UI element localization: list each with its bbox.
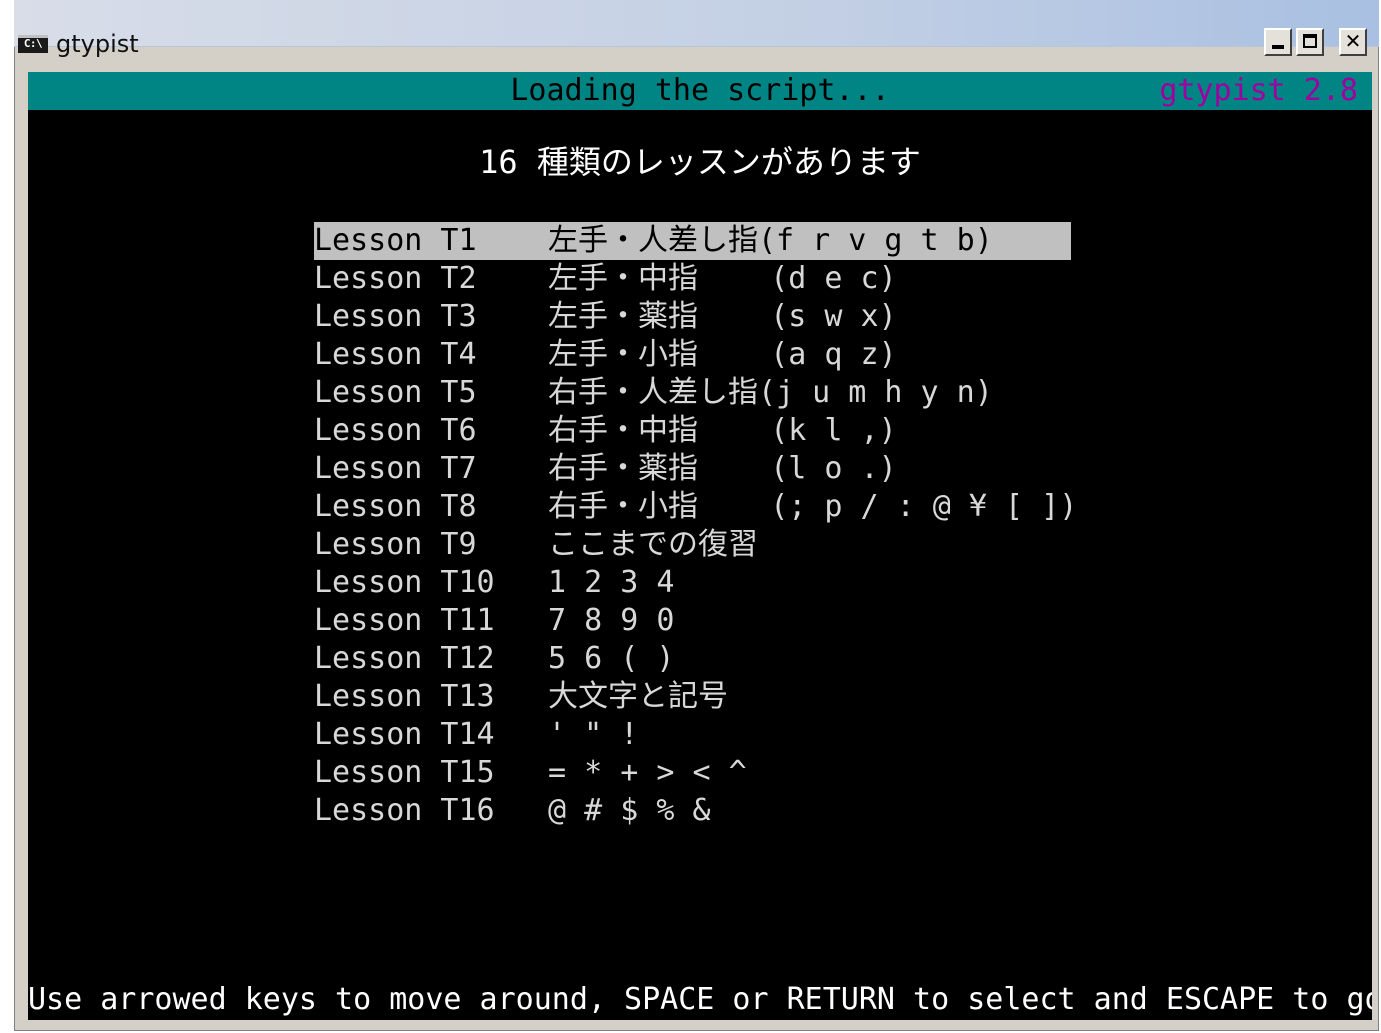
lesson-name: Lesson T11 <box>314 603 495 638</box>
lesson-name: Lesson T8 <box>314 489 477 524</box>
terminal-screen[interactable]: Loading the script... gtypist 2.8 16 種類の… <box>28 72 1372 1020</box>
lesson-menu-item[interactable]: Lesson T7 右手・薬指 (l o .) <box>314 450 1071 488</box>
lesson-name: Lesson T12 <box>314 641 495 676</box>
maximize-button[interactable] <box>1296 28 1324 56</box>
lesson-name: Lesson T13 <box>314 679 495 714</box>
lesson-description: @ # $ % & <box>548 793 711 828</box>
lesson-description: 左手・中指 (d e c) <box>548 261 897 296</box>
close-button[interactable]: ✕ <box>1339 28 1367 56</box>
minimize-icon <box>1272 45 1284 49</box>
lesson-name: Lesson T3 <box>314 299 477 334</box>
menu-heading: 16 種類のレッスンがあります <box>479 143 921 181</box>
status-bar: Loading the script... gtypist 2.8 <box>28 72 1372 110</box>
lesson-description: 右手・中指 (k l ,) <box>548 413 897 448</box>
lesson-menu: Lesson T1 左手・人差し指(f r v g t b) Lesson T2 左手… <box>314 222 1077 830</box>
lesson-menu-item[interactable]: Lesson T9 ここまでの復習 <box>314 526 1071 564</box>
console-app-icon[interactable]: C:\ <box>18 35 48 53</box>
lesson-description: 1 2 3 4 <box>548 565 675 600</box>
lesson-menu-item[interactable]: Lesson T8 右手・小指 (; p / : @ ¥ [ ]) <box>314 488 1077 526</box>
lesson-name: Lesson T14 <box>314 717 495 752</box>
lesson-menu-item[interactable]: Lesson T6 右手・中指 (k l ,) <box>314 412 1071 450</box>
lesson-description: ここまでの復習 <box>548 527 758 562</box>
lesson-menu-item[interactable]: Lesson T2 左手・中指 (d e c) <box>314 260 1071 298</box>
help-bar: Use arrowed keys to move around, SPACE o… <box>28 982 1372 1017</box>
lesson-description: ' " ! <box>548 717 639 752</box>
lesson-description: 7 8 9 0 <box>548 603 675 638</box>
lesson-menu-item[interactable]: Lesson T4 左手・小指 (a q z) <box>314 336 1071 374</box>
lesson-name: Lesson T16 <box>314 793 495 828</box>
lesson-description: 右手・人差し指(j u m h y n) <box>548 375 993 410</box>
lesson-description: 左手・小指 (a q z) <box>548 337 897 372</box>
minimize-button[interactable] <box>1264 28 1292 56</box>
lesson-name: Lesson T5 <box>314 375 477 410</box>
lesson-description: 右手・小指 (; p / : @ ¥ [ ]) <box>548 489 1078 524</box>
lesson-name: Lesson T4 <box>314 337 477 372</box>
lesson-name: Lesson T10 <box>314 565 495 600</box>
lesson-menu-item[interactable]: Lesson T12 5 6 ( ) <box>314 640 1071 678</box>
lesson-menu-item[interactable]: Lesson T14 ' " ! <box>314 716 1071 754</box>
lesson-menu-item[interactable]: Lesson T5 右手・人差し指(j u m h y n) <box>314 374 1071 412</box>
version-label: gtypist 2.8 <box>1159 73 1358 108</box>
window-title: gtypist <box>56 30 139 58</box>
maximize-icon <box>1303 34 1317 48</box>
lesson-name: Lesson T6 <box>314 413 477 448</box>
lesson-name: Lesson T7 <box>314 451 477 486</box>
lesson-description: 右手・薬指 (l o .) <box>548 451 897 486</box>
lesson-menu-item[interactable]: Lesson T3 左手・薬指 (s w x) <box>314 298 1071 336</box>
app-icon-stripe <box>18 35 48 38</box>
lesson-description: 左手・人差し指(f r v g t b) <box>548 223 993 258</box>
lesson-description: 5 6 ( ) <box>548 641 675 676</box>
lesson-description: = * + > < ^ <box>548 755 747 790</box>
app-icon-label: C:\ <box>23 37 43 50</box>
lesson-menu-item[interactable]: Lesson T15 = * + > < ^ <box>314 754 1071 792</box>
lesson-name: Lesson T1 <box>314 223 477 258</box>
lesson-description: 大文字と記号 <box>548 679 728 714</box>
lesson-name: Lesson T2 <box>314 261 477 296</box>
lesson-menu-item[interactable]: Lesson T1 左手・人差し指(f r v g t b) <box>314 222 1071 260</box>
lesson-name: Lesson T9 <box>314 527 477 562</box>
lesson-description: 左手・薬指 (s w x) <box>548 299 897 334</box>
title-bar[interactable] <box>14 0 1379 47</box>
close-icon: ✕ <box>1344 29 1362 53</box>
lesson-menu-item[interactable]: Lesson T16 @ # $ % & <box>314 792 1071 830</box>
lesson-menu-item[interactable]: Lesson T13 大文字と記号 <box>314 678 1071 716</box>
lesson-menu-item[interactable]: Lesson T10 1 2 3 4 <box>314 564 1071 602</box>
lesson-menu-item[interactable]: Lesson T11 7 8 9 0 <box>314 602 1071 640</box>
lesson-name: Lesson T15 <box>314 755 495 790</box>
